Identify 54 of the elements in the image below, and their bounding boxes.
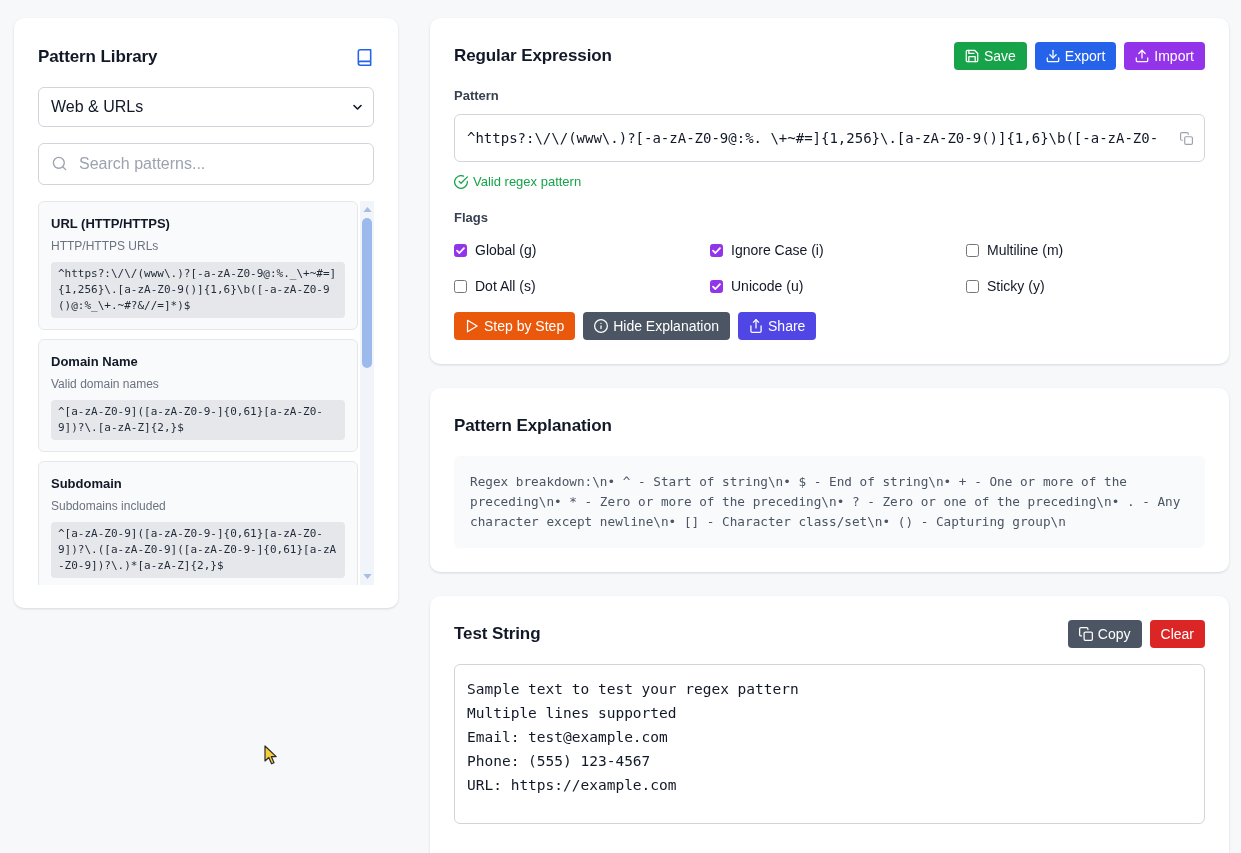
- scrollbar-thumb[interactable]: [362, 218, 372, 368]
- checkbox[interactable]: [710, 243, 723, 257]
- step-by-step-button[interactable]: Step by Step: [454, 312, 576, 340]
- copy-button[interactable]: Copy: [1067, 620, 1142, 648]
- copy-icon: [1078, 627, 1093, 641]
- pattern-name: URL (HTTP/HTTPS): [51, 216, 171, 232]
- checkbox-label[interactable]: Dot All (s): [475, 278, 536, 294]
- pattern-card[interactable]: Domain Name Valid domain names ^[a-zA-Z0-9]([a-zA-Z0-9-]{0,61}[a-zA-Z0-9])?\.[a-zA-Z]{2,}$: [38, 339, 358, 452]
- field-label: Pattern: [454, 87, 500, 105]
- checkbox[interactable]: [454, 279, 467, 293]
- share-button[interactable]: Share: [738, 312, 817, 340]
- pattern-description: Subdomains included: [51, 498, 167, 514]
- search-icon: [52, 156, 67, 171]
- export-button[interactable]: Export: [1034, 42, 1117, 70]
- copy-icon[interactable]: [1180, 132, 1193, 145]
- checkbox[interactable]: [710, 279, 723, 293]
- checkbox-label[interactable]: Ignore Case (i): [731, 242, 824, 258]
- pattern-regex: ^[a-zA-Z0-9]([a-zA-Z0-9-]{0,61}[a-zA-Z0-9])?\.[a-zA-Z]{2,}$: [51, 400, 345, 440]
- section-title: Test String: [454, 623, 541, 645]
- explanation-text: Regex breakdown:\n• ^ - Start of string\n• $ - End of string\n• + - One or more of the preceding\n• * - Zero or more of the preceding\n• ? - Zero or one of the preceding\n• . - Any character except newline\n• [] - Character class/set\n• () - Capturing group\n: [454, 456, 1205, 548]
- pattern-card[interactable]: URL (HTTP/HTTPS) HTTP/HTTPS URLs ^https?:\/\/(www\.)?[-a-zA-Z0-9@:%._\+~#=]{1,256}\.[a-zA-Z0-9()]{1,6}\b([-a-zA-Z0-9()@:%_\+.~#?&//=]*)$: [38, 201, 358, 330]
- checkbox[interactable]: [454, 243, 467, 257]
- share-icon: [749, 319, 764, 333]
- pattern-input[interactable]: ^https?:\/\/(www\.)?[-a-zA-Z0-9@:%._\+~#=]{1,256}\.[a-zA-Z0-9()]{1,6}\b([-a-zA-Z0-: [454, 114, 1205, 162]
- pattern-description: Valid domain names: [51, 376, 160, 392]
- pattern-name: Domain Name: [51, 354, 139, 370]
- download-icon: [1045, 49, 1060, 63]
- section-title: Regular Expression: [454, 45, 612, 67]
- checkbox[interactable]: [966, 243, 979, 257]
- play-icon: [465, 319, 479, 333]
- section-title: Pattern Explanation: [454, 415, 612, 437]
- checkbox-label[interactable]: Multiline (m): [987, 242, 1064, 258]
- pattern-card[interactable]: Subdomain Subdomains included ^[a-zA-Z0-9]([a-zA-Z0-9-]{0,61}[a-zA-Z0-9])?\.([a-zA-Z0-9]([a-zA-Z0-9-]{0,61}[a-zA-Z0-9])?\.)*[a-zA-Z]{2,}$: [38, 461, 358, 585]
- pattern-regex: ^https?:\/\/(www\.)?[-a-zA-Z0-9@:%._\+~#=]{1,256}\.[a-zA-Z0-9()]{1,6}\b([-a-zA-Z0-9()@:%_\+.~#?&//=]*)$: [51, 262, 345, 318]
- import-button[interactable]: Import: [1124, 42, 1205, 70]
- field-label: Flags: [454, 209, 489, 227]
- checkbox-label[interactable]: Global (g): [475, 242, 537, 258]
- search-field[interactable]: Search patterns...: [38, 143, 374, 185]
- checkbox-label[interactable]: Unicode (u): [731, 278, 804, 294]
- panel-title: Pattern Library: [38, 46, 158, 68]
- upload-icon: [1135, 49, 1150, 63]
- checkbox-label[interactable]: Sticky (y): [987, 278, 1045, 294]
- pattern-description: HTTP/HTTPS URLs: [51, 238, 160, 254]
- info-icon: [594, 319, 609, 333]
- book-icon[interactable]: [356, 47, 373, 67]
- clear-button[interactable]: Clear: [1149, 620, 1205, 648]
- checkbox[interactable]: [966, 279, 979, 293]
- category-select[interactable]: Web & URLs: [38, 87, 374, 127]
- test-string-field[interactable]: Sample text to test your regex pattern Multiple lines supported Email: test@example.com Phone: (555) 123-4567 URL: https://example.com: [454, 664, 1205, 824]
- mouse-pointer-icon: [264, 745, 277, 765]
- pattern-regex: ^[a-zA-Z0-9]([a-zA-Z0-9-]{0,61}[a-zA-Z0-9])?\.([a-zA-Z0-9]([a-zA-Z0-9-]{0,61}[a-zA-Z0-9])?\.)*[a-zA-Z]{2,}$: [51, 522, 345, 578]
- pattern-name: Subdomain: [51, 476, 123, 492]
- hide-explanation-button[interactable]: Hide Explanation: [583, 312, 731, 340]
- validation-message: Valid regex pattern: [473, 173, 582, 191]
